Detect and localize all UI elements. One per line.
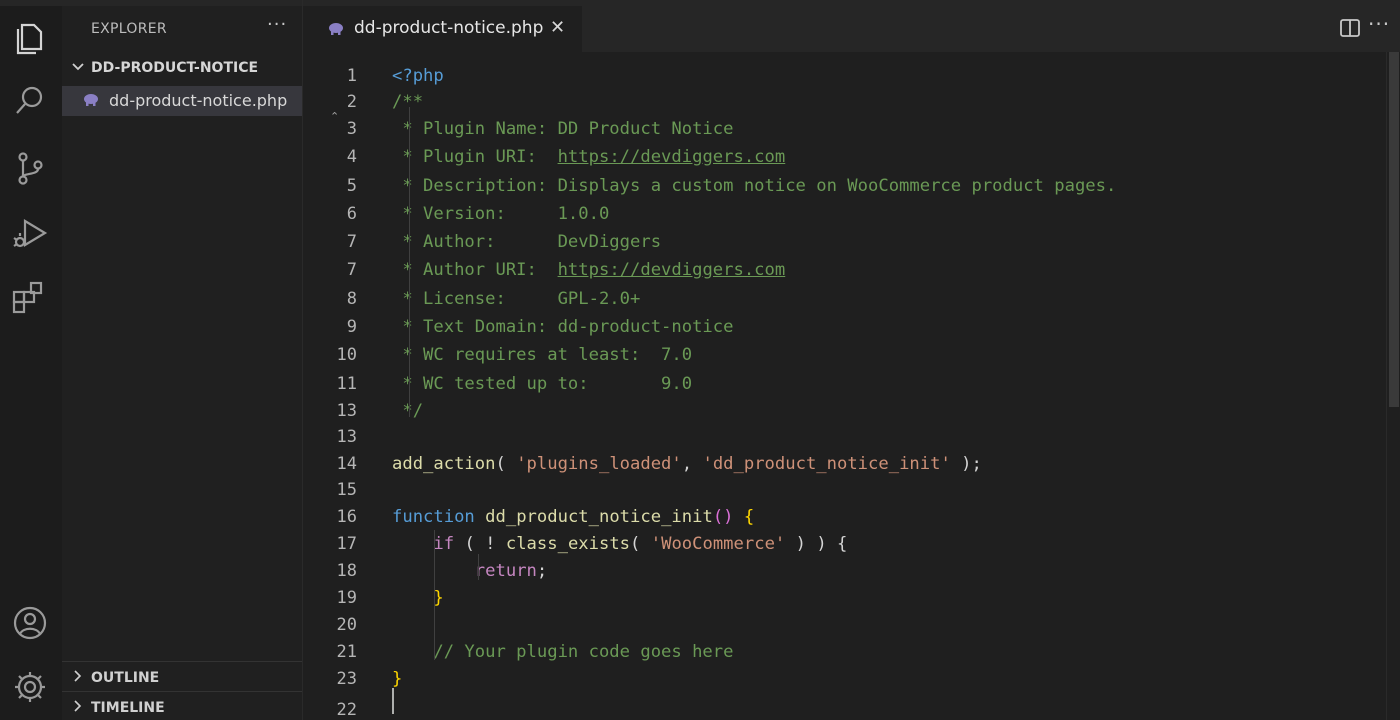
editor-more-actions-icon[interactable]: ··· [1368,12,1390,36]
file-item[interactable]: dd-product-notice.php [62,86,302,116]
indent-guide [409,107,410,417]
php-elephant-icon [329,23,343,35]
line-number: 11 [336,374,357,394]
tab-close-icon[interactable]: ✕ [550,17,565,38]
run-debug-icon[interactable] [10,213,50,253]
outline-label: OUTLINE [91,670,160,686]
timeline-label: TIMELINE [91,700,165,716]
line-number: 21 [336,642,357,662]
code-line: * Author URI: https://devdiggers.com [392,260,786,280]
code-line: * Version: 1.0.0 [392,204,610,224]
code-line: add_action( 'plugins_loaded', 'dd_produc… [392,454,982,474]
explorer-more-button[interactable]: ··· [267,14,287,35]
line-number: 6 [346,204,357,224]
line-number: 13 [336,427,357,447]
line-number: 5 [346,176,357,196]
activity-bar [0,0,62,720]
chevron-right-icon [74,700,82,712]
line-number: 19 [336,588,357,608]
code-line: * Author: DevDiggers [392,232,662,252]
php-elephant-icon [84,94,98,106]
search-icon[interactable] [10,80,50,120]
code-line: return; [474,561,548,581]
line-number: 15 [336,480,357,500]
code-line: * Plugin URI: https://devdiggers.com [392,147,786,167]
tab-title: dd-product-notice.php [354,18,544,38]
folder-row[interactable]: DD-PRODUCT-NOTICE [62,55,302,81]
code-line: /** [392,92,424,112]
code-line: * WC tested up to: 9.0 [392,374,693,394]
line-number: 23 [336,669,357,689]
tab-bar: dd-product-notice.php ✕ ··· [303,0,1400,52]
code-line: } [392,669,403,689]
text-cursor [392,688,394,714]
line-number: 7 [346,232,357,252]
code-line: } [433,588,444,608]
chevron-down-icon [72,63,84,71]
line-number: 9 [346,317,357,337]
split-editor-icon[interactable] [1339,17,1361,39]
line-number: 7 [346,260,357,280]
settings-gear-icon[interactable] [10,667,50,707]
line-number: 10 [336,345,357,365]
code-line: function dd_product_notice_init() { [392,507,755,527]
scrollbar-thumb[interactable] [1389,52,1399,407]
code-line: * Text Domain: dd-product-notice [392,317,734,337]
line-number: 3 [346,119,357,139]
line-number: 16 [336,507,357,527]
line-number-gutter: ⌃ 1 2 3 4 5 6 7 7 8 9 10 11 13 13 14 15 16 17 18 19 20 21 23 22 [303,52,375,720]
line-number: 17 [336,534,357,554]
code-line: * Description: Displays a custom notice … [392,176,1117,196]
extensions-icon[interactable] [10,278,50,318]
editor-area: dd-product-notice.php ✕ ··· ⌃ 1234567789… [303,0,1400,720]
explorer-icon[interactable] [10,16,50,56]
code-line: */ [392,401,424,421]
code-line: <?php [392,66,444,86]
line-number: 13 [336,401,357,421]
editor-tab[interactable]: dd-product-notice.php ✕ [303,6,582,52]
line-number: 22 [336,700,357,720]
source-control-icon[interactable] [10,148,50,188]
indent-guide [478,554,479,580]
code-line: * Plugin Name: DD Product Notice [392,119,734,139]
sidebar-top [62,0,302,6]
line-number: 1 [346,66,357,86]
line-number: 20 [336,615,357,635]
outline-panel-header[interactable]: OUTLINE [62,661,302,691]
explorer-title: EXPLORER [91,21,167,37]
line-number: 8 [346,289,357,309]
code-line: * License: GPL-2.0+ [392,289,641,309]
code-line: // Your plugin code goes here [392,642,734,662]
accounts-icon[interactable] [10,603,50,643]
line-number: 14 [336,454,357,474]
timeline-panel-header[interactable]: TIMELINE [62,691,302,720]
activity-bar-top [0,0,62,6]
code-line: * WC requires at least: 7.0 [392,345,693,365]
code-line: if ( ! class_exists( 'WooCommerce' ) ) { [433,534,848,554]
line-number: 4 [346,147,357,167]
indent-guide [434,530,435,660]
line-number: 18 [336,561,357,581]
chevron-right-icon [74,670,82,682]
line-number: 2 [346,92,357,112]
explorer-sidebar: EXPLORER ··· DD-PRODUCT-NOTICE dd-produc… [62,0,303,720]
vertical-scrollbar[interactable] [1386,52,1400,720]
folder-name: DD-PRODUCT-NOTICE [91,60,259,76]
code-area[interactable]: <?php /** * Plugin Name: DD Product Notic… [392,52,1382,720]
file-name: dd-product-notice.php [109,91,288,110]
